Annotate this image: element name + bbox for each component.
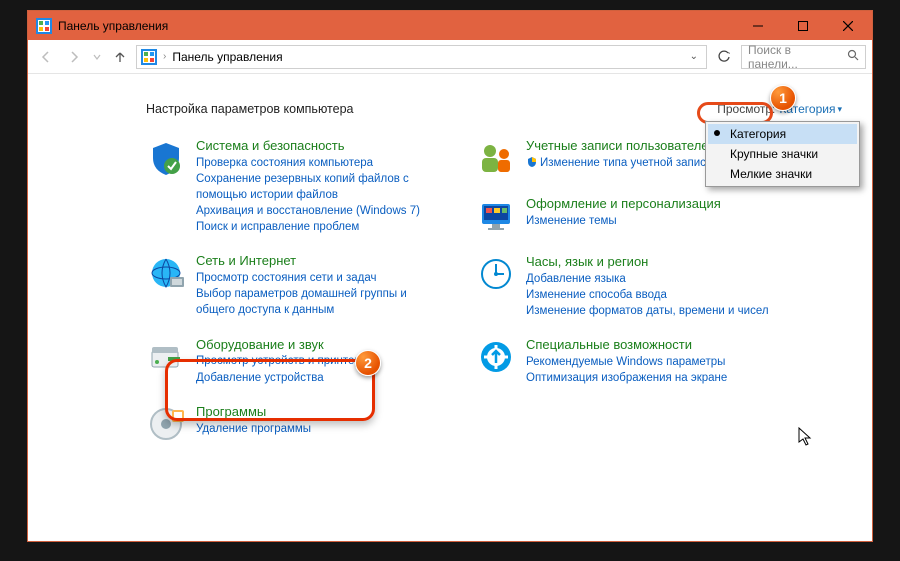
view-label: Просмотр: bbox=[717, 102, 775, 116]
category-icon[interactable] bbox=[146, 337, 186, 377]
category-icon[interactable] bbox=[146, 404, 186, 444]
window: Панель управления › Панель управления ⌄ … bbox=[27, 10, 873, 542]
category-link[interactable]: Изменение типа учетной записи bbox=[526, 155, 716, 171]
dropdown-label: Категория bbox=[730, 127, 786, 141]
category-title[interactable]: Часы, язык и регион bbox=[526, 254, 769, 271]
titlebar: Панель управления bbox=[28, 11, 872, 40]
category-link[interactable]: Просмотр состояния сети и задач bbox=[196, 270, 446, 286]
category-link[interactable]: Проверка состояния компьютера bbox=[196, 155, 446, 171]
category-link[interactable]: Просмотр устройств и принтеров bbox=[196, 353, 373, 369]
up-button[interactable] bbox=[108, 45, 132, 69]
address-text: Панель управления bbox=[172, 50, 282, 64]
chevron-down-icon: ▾ bbox=[837, 104, 842, 115]
category-title[interactable]: Специальные возможности bbox=[526, 337, 727, 354]
category-link[interactable]: Сохранение резервных копий файлов с помо… bbox=[196, 171, 446, 203]
control-panel-icon bbox=[36, 18, 52, 34]
category-icon[interactable] bbox=[476, 254, 516, 294]
search-input[interactable]: Поиск в панели... bbox=[741, 45, 866, 69]
category-r1: Оформление и персонализацияИзменение тем… bbox=[476, 196, 776, 236]
category-link[interactable]: Изменение форматов даты, времени и чисел bbox=[526, 303, 769, 319]
category-link[interactable]: Поиск и исправление проблем bbox=[196, 219, 446, 235]
address-icon bbox=[141, 49, 157, 65]
dropdown-item-small-icons[interactable]: Мелкие значки bbox=[708, 164, 857, 184]
annotation-badge-2: 2 bbox=[355, 350, 381, 376]
maximize-button[interactable] bbox=[780, 12, 825, 40]
category-link[interactable]: Архивация и восстановление (Windows 7) bbox=[196, 203, 446, 219]
category-link[interactable]: Изменение темы bbox=[526, 213, 721, 229]
category-link[interactable]: Выбор параметров домашней группы и общег… bbox=[196, 286, 446, 318]
dropdown-item-category[interactable]: Категория bbox=[708, 124, 857, 144]
forward-button[interactable] bbox=[62, 45, 86, 69]
category-icon[interactable] bbox=[476, 196, 516, 236]
search-icon bbox=[847, 49, 859, 64]
navbar: › Панель управления ⌄ Поиск в панели... bbox=[28, 40, 872, 74]
category-icon[interactable] bbox=[146, 138, 186, 178]
minimize-button[interactable] bbox=[735, 12, 780, 40]
view-dropdown-menu: Категория Крупные значки Мелкие значки bbox=[705, 121, 860, 187]
category-link[interactable]: Удаление программы bbox=[196, 421, 311, 437]
category-title[interactable]: Учетные записи пользователей bbox=[526, 138, 716, 155]
category-link[interactable]: Оптимизация изображения на экране bbox=[526, 370, 727, 386]
category-title[interactable]: Оформление и персонализация bbox=[526, 196, 721, 213]
category-l1: Сеть и ИнтернетПросмотр состояния сети и… bbox=[146, 253, 446, 318]
search-placeholder: Поиск в панели... bbox=[748, 43, 843, 71]
annotation-badge-1: 1 bbox=[770, 85, 796, 111]
category-title[interactable]: Оборудование и звук bbox=[196, 337, 373, 354]
category-link[interactable]: Изменение способа ввода bbox=[526, 287, 769, 303]
category-r2: Часы, язык и регионДобавление языкаИзмен… bbox=[476, 254, 776, 319]
chevron-right-icon: › bbox=[163, 51, 166, 62]
category-l3: ПрограммыУдаление программы bbox=[146, 404, 446, 444]
category-link[interactable]: Добавление языка bbox=[526, 271, 769, 287]
address-bar[interactable]: › Панель управления ⌄ bbox=[136, 45, 707, 69]
window-title: Панель управления bbox=[58, 19, 735, 33]
category-icon[interactable] bbox=[146, 253, 186, 293]
address-dropdown-icon[interactable]: ⌄ bbox=[686, 51, 702, 62]
category-r3: Специальные возможностиРекомендуемые Win… bbox=[476, 337, 776, 386]
dropdown-label: Мелкие значки bbox=[730, 167, 812, 181]
category-icon[interactable] bbox=[476, 138, 516, 178]
dropdown-item-large-icons[interactable]: Крупные значки bbox=[708, 144, 857, 164]
category-l2: Оборудование и звукПросмотр устройств и … bbox=[146, 337, 446, 386]
page-title: Настройка параметров компьютера bbox=[146, 102, 353, 116]
category-icon[interactable] bbox=[476, 337, 516, 377]
back-button[interactable] bbox=[34, 45, 58, 69]
category-link[interactable]: Рекомендуемые Windows параметры bbox=[526, 354, 727, 370]
category-title[interactable]: Сеть и Интернет bbox=[196, 253, 446, 270]
category-title[interactable]: Программы bbox=[196, 404, 311, 421]
cursor-icon bbox=[798, 427, 812, 447]
category-l0: Система и безопасностьПроверка состояния… bbox=[146, 138, 446, 235]
close-button[interactable] bbox=[825, 12, 870, 40]
category-link[interactable]: Добавление устройства bbox=[196, 370, 373, 386]
refresh-button[interactable] bbox=[711, 45, 737, 69]
category-title[interactable]: Система и безопасность bbox=[196, 138, 446, 155]
dropdown-label: Крупные значки bbox=[730, 147, 818, 161]
recent-dropdown[interactable] bbox=[90, 45, 104, 69]
